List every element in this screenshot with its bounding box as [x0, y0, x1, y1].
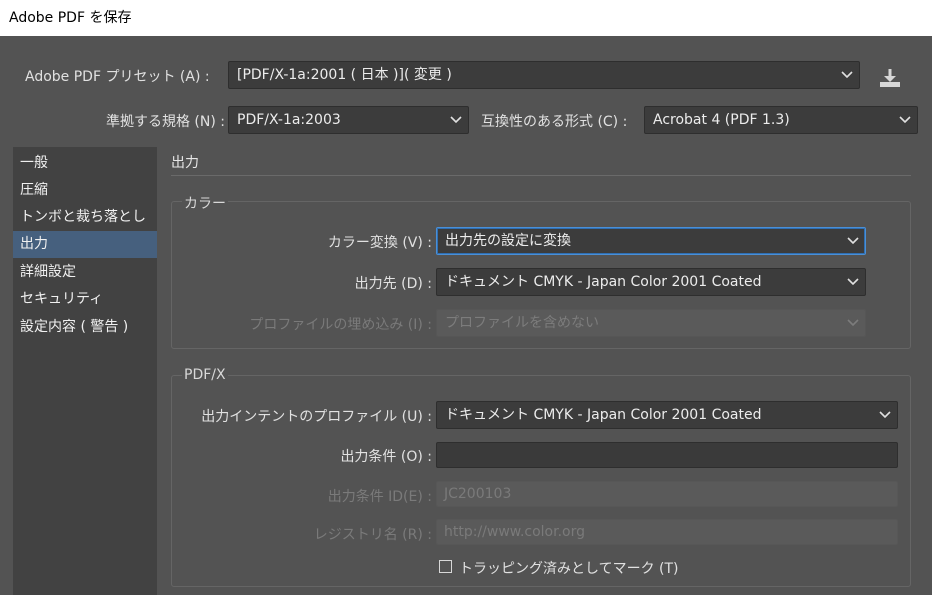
output-condition-input[interactable]: [436, 442, 898, 468]
trapped-label[interactable]: トラッピング済みとしてマーク (T): [459, 558, 679, 578]
trapped-checkbox[interactable]: [439, 560, 452, 573]
chevron-down-icon: [841, 70, 853, 80]
sidebar-item-summary[interactable]: 設定内容 ( 警告 ): [13, 314, 157, 341]
output-intent-label: 出力インテントのプロファイル (U) :: [201, 409, 432, 425]
registry-name-input[interactable]: http://www.color.org: [436, 519, 898, 545]
color-conversion-select[interactable]: 出力先の設定に変換: [436, 227, 866, 255]
compat-select[interactable]: Acrobat 4 (PDF 1.3): [644, 106, 918, 134]
preset-select[interactable]: [PDF/X-1a:2001 ( 日本 )]( 変更 ): [228, 61, 860, 89]
compat-value: Acrobat 4 (PDF 1.3): [653, 112, 790, 128]
save-preset-button[interactable]: [876, 66, 904, 90]
sidebar-item-advanced[interactable]: 詳細設定: [13, 259, 157, 286]
chevron-down-icon: [847, 318, 859, 328]
registry-name-label: レジストリ名 (R) :: [313, 527, 432, 543]
section-divider: [171, 175, 911, 176]
color-conversion-value: 出力先の設定に変換: [445, 233, 571, 249]
chevron-down-icon: [899, 115, 911, 125]
output-condition-id-label: 出力条件 ID(E) :: [327, 489, 432, 505]
color-group-title: カラー: [182, 193, 228, 213]
output-intent-select[interactable]: ドキュメント CMYK - Japan Color 2001 Coated: [436, 401, 898, 429]
standard-label: 準拠する規格 (N) :: [105, 114, 225, 130]
color-conversion-label: カラー変換 (V) :: [327, 235, 432, 251]
preset-label: Adobe PDF プリセット (A) :: [25, 69, 210, 85]
embed-profile-select[interactable]: プロファイルを含めない: [436, 309, 866, 337]
embed-profile-value: プロファイルを含めない: [445, 315, 599, 331]
chevron-down-icon: [847, 277, 859, 287]
chevron-down-icon: [450, 115, 462, 125]
sidebar-item-compression[interactable]: 圧縮: [13, 177, 157, 204]
section-title: 出力: [171, 155, 199, 171]
chevron-down-icon: [879, 410, 891, 420]
standard-select[interactable]: PDF/X-1a:2003: [228, 106, 469, 134]
download-icon: [876, 69, 904, 94]
window-title: Adobe PDF を保存: [0, 0, 932, 36]
compat-label: 互換性のある形式 (C) :: [481, 114, 628, 130]
destination-select[interactable]: ドキュメント CMYK - Japan Color 2001 Coated: [436, 268, 866, 296]
output-intent-value: ドキュメント CMYK - Japan Color 2001 Coated: [445, 407, 762, 423]
sidebar-item-security[interactable]: セキュリティ: [13, 286, 157, 313]
preset-value: [PDF/X-1a:2001 ( 日本 )]( 変更 ): [237, 67, 452, 83]
standard-value: PDF/X-1a:2003: [237, 112, 341, 128]
chevron-down-icon: [847, 236, 859, 246]
embed-profile-label: プロファイルの埋め込み (I) :: [249, 317, 432, 333]
destination-value: ドキュメント CMYK - Japan Color 2001 Coated: [445, 274, 762, 290]
sidebar-item-general[interactable]: 一般: [13, 150, 157, 177]
output-condition-id-input[interactable]: JC200103: [436, 481, 898, 507]
destination-label: 出力先 (D) :: [354, 276, 432, 292]
sidebar-item-output[interactable]: 出力: [13, 231, 157, 258]
category-sidebar: 一般 圧縮 トンボと裁ち落とし 出力 詳細設定 セキュリティ 設定内容 ( 警告…: [13, 147, 157, 595]
output-condition-label: 出力条件 (O) :: [340, 449, 432, 465]
sidebar-item-marks-bleeds[interactable]: トンボと裁ち落とし: [13, 204, 157, 231]
pdfx-group-title: PDF/X: [182, 367, 228, 383]
